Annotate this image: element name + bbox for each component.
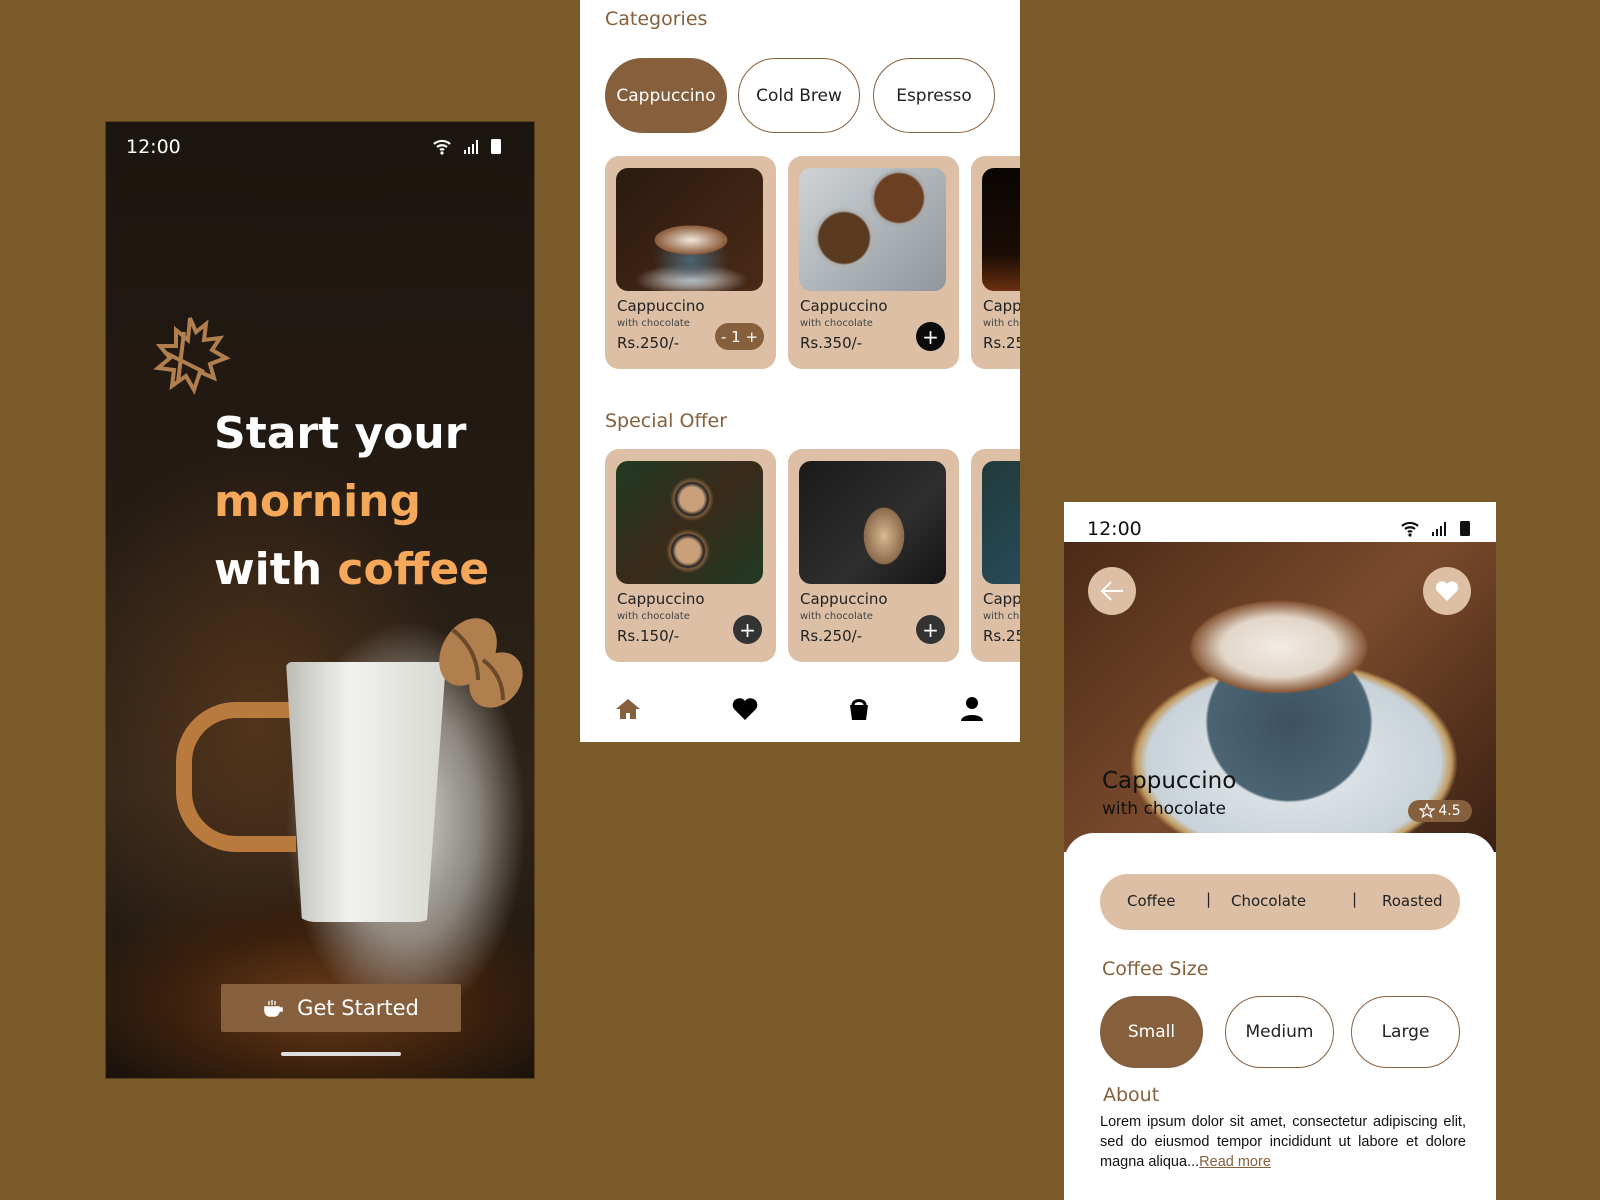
status-icons — [433, 139, 501, 155]
favorite-button[interactable] — [1423, 567, 1471, 615]
nav-home[interactable] — [613, 694, 643, 724]
product-name: Cappuccino — [983, 297, 1020, 315]
star-icon — [1419, 803, 1436, 819]
read-more-link[interactable]: Read more — [1199, 1154, 1271, 1170]
product-subtitle: with chocolate — [1102, 799, 1227, 819]
about-title: About — [1103, 1084, 1160, 1106]
tag-roasted: Roasted — [1382, 892, 1443, 910]
category-chip-espresso[interactable]: Espresso — [873, 58, 995, 133]
size-large-button[interactable]: Large — [1351, 996, 1460, 1068]
offer-subtitle: with chocolate — [983, 611, 1020, 622]
headline: Start your morning with coffee — [214, 400, 489, 604]
product-card[interactable]: Cappuccino with chocolate Rs.250/- — [971, 156, 1020, 369]
product-name: Cappuccino — [617, 297, 705, 315]
detail-screen: 12:00 Cappuccino with chocolate 4.5 Coff… — [1064, 502, 1496, 1200]
coffee-beans-icon — [439, 618, 523, 708]
offer-subtitle: with chocolate — [617, 611, 690, 622]
tag-divider: | — [1352, 890, 1358, 908]
back-button[interactable] — [1088, 567, 1136, 615]
product-image — [982, 168, 1020, 291]
headline-line1: Start your — [214, 408, 467, 459]
product-price: Rs.250/- — [983, 334, 1020, 352]
user-icon — [961, 697, 983, 721]
offer-name: Cappuccino — [983, 590, 1020, 608]
product-subtitle: with chocolate — [617, 318, 690, 329]
headline-line2: morning — [214, 476, 422, 527]
category-chip-cappuccino[interactable]: Cappuccino — [605, 58, 727, 133]
arrow-left-icon — [1100, 581, 1123, 601]
product-card[interactable]: Cappuccino with chocolate Rs.350/- + — [788, 156, 959, 369]
coffee-mug-image — [286, 662, 446, 922]
product-price: Rs.250/- — [617, 334, 680, 352]
get-started-label: Get Started — [297, 996, 419, 1020]
offer-image — [982, 461, 1020, 584]
special-offer-title: Special Offer — [605, 410, 728, 432]
menu-screen: Categories Cappuccino Cold Brew Espresso… — [580, 0, 1020, 742]
home-indicator — [281, 1052, 401, 1056]
product-subtitle: with chocolate — [983, 318, 1020, 329]
size-medium-button[interactable]: Medium — [1225, 996, 1334, 1068]
product-image — [616, 168, 763, 291]
add-to-cart-button[interactable]: + — [733, 615, 762, 644]
tags-bar: Coffee | Chocolate | Roasted — [1100, 874, 1460, 930]
categories-title: Categories — [605, 8, 708, 30]
tag-chocolate: Chocolate — [1231, 892, 1307, 910]
status-time: 12:00 — [1087, 518, 1142, 540]
about-text: Lorem ipsum dolor sit amet, consectetur … — [1100, 1112, 1466, 1172]
offer-card[interactable]: Cappuccino with chocolate Rs.250/- + — [788, 449, 959, 662]
offer-price: Rs.250/- — [983, 627, 1020, 645]
offer-subtitle: with chocolate — [800, 611, 873, 622]
nav-cart[interactable] — [844, 694, 874, 724]
offer-name: Cappuccino — [617, 590, 705, 608]
headline-line3a: with — [214, 544, 323, 595]
tag-divider: | — [1206, 890, 1212, 908]
status-icons — [1401, 521, 1470, 537]
heart-icon — [732, 698, 758, 720]
offer-price: Rs.250/- — [800, 627, 863, 645]
category-chip-cold-brew[interactable]: Cold Brew — [738, 58, 860, 133]
headline-line3b: coffee — [337, 544, 490, 595]
about-body: Lorem ipsum dolor sit amet, consectetur … — [1100, 1114, 1466, 1170]
product-title: Cappuccino — [1102, 768, 1237, 794]
nav-profile[interactable] — [957, 694, 987, 724]
rating-badge: 4.5 — [1408, 800, 1472, 822]
offer-image — [616, 461, 763, 584]
mug-handle — [176, 702, 296, 852]
product-card[interactable]: Cappuccino with chocolate Rs.250/- - 1 + — [605, 156, 776, 369]
product-image — [799, 168, 946, 291]
status-time: 12:00 — [126, 136, 181, 158]
offer-price: Rs.150/- — [617, 627, 680, 645]
coffee-cup-icon — [264, 1000, 283, 1017]
coffee-size-title: Coffee Size — [1102, 958, 1209, 980]
rating-value: 4.5 — [1438, 803, 1461, 819]
offer-card[interactable]: Cappuccino with chocolate Rs.150/- + — [605, 449, 776, 662]
add-to-cart-button[interactable]: + — [916, 322, 945, 351]
get-started-button[interactable]: Get Started — [221, 984, 461, 1032]
product-subtitle: with chocolate — [800, 318, 873, 329]
offer-name: Cappuccino — [800, 590, 888, 608]
tag-coffee: Coffee — [1127, 892, 1176, 910]
size-small-button[interactable]: Small — [1100, 996, 1203, 1068]
splash-screen: 12:00 Start your morning with coffee Get… — [105, 121, 535, 1079]
product-price: Rs.350/- — [800, 334, 863, 352]
offer-card[interactable]: Cappuccino with chocolate Rs.250/- — [971, 449, 1020, 662]
offer-image — [799, 461, 946, 584]
heart-icon — [1435, 581, 1459, 601]
home-icon — [616, 699, 640, 719]
quantity-stepper[interactable]: - 1 + — [715, 323, 764, 350]
bag-icon — [850, 699, 868, 720]
product-name: Cappuccino — [800, 297, 888, 315]
add-to-cart-button[interactable]: + — [916, 615, 945, 644]
nav-favorites[interactable] — [730, 694, 760, 724]
maple-leaf-icon — [153, 317, 231, 395]
